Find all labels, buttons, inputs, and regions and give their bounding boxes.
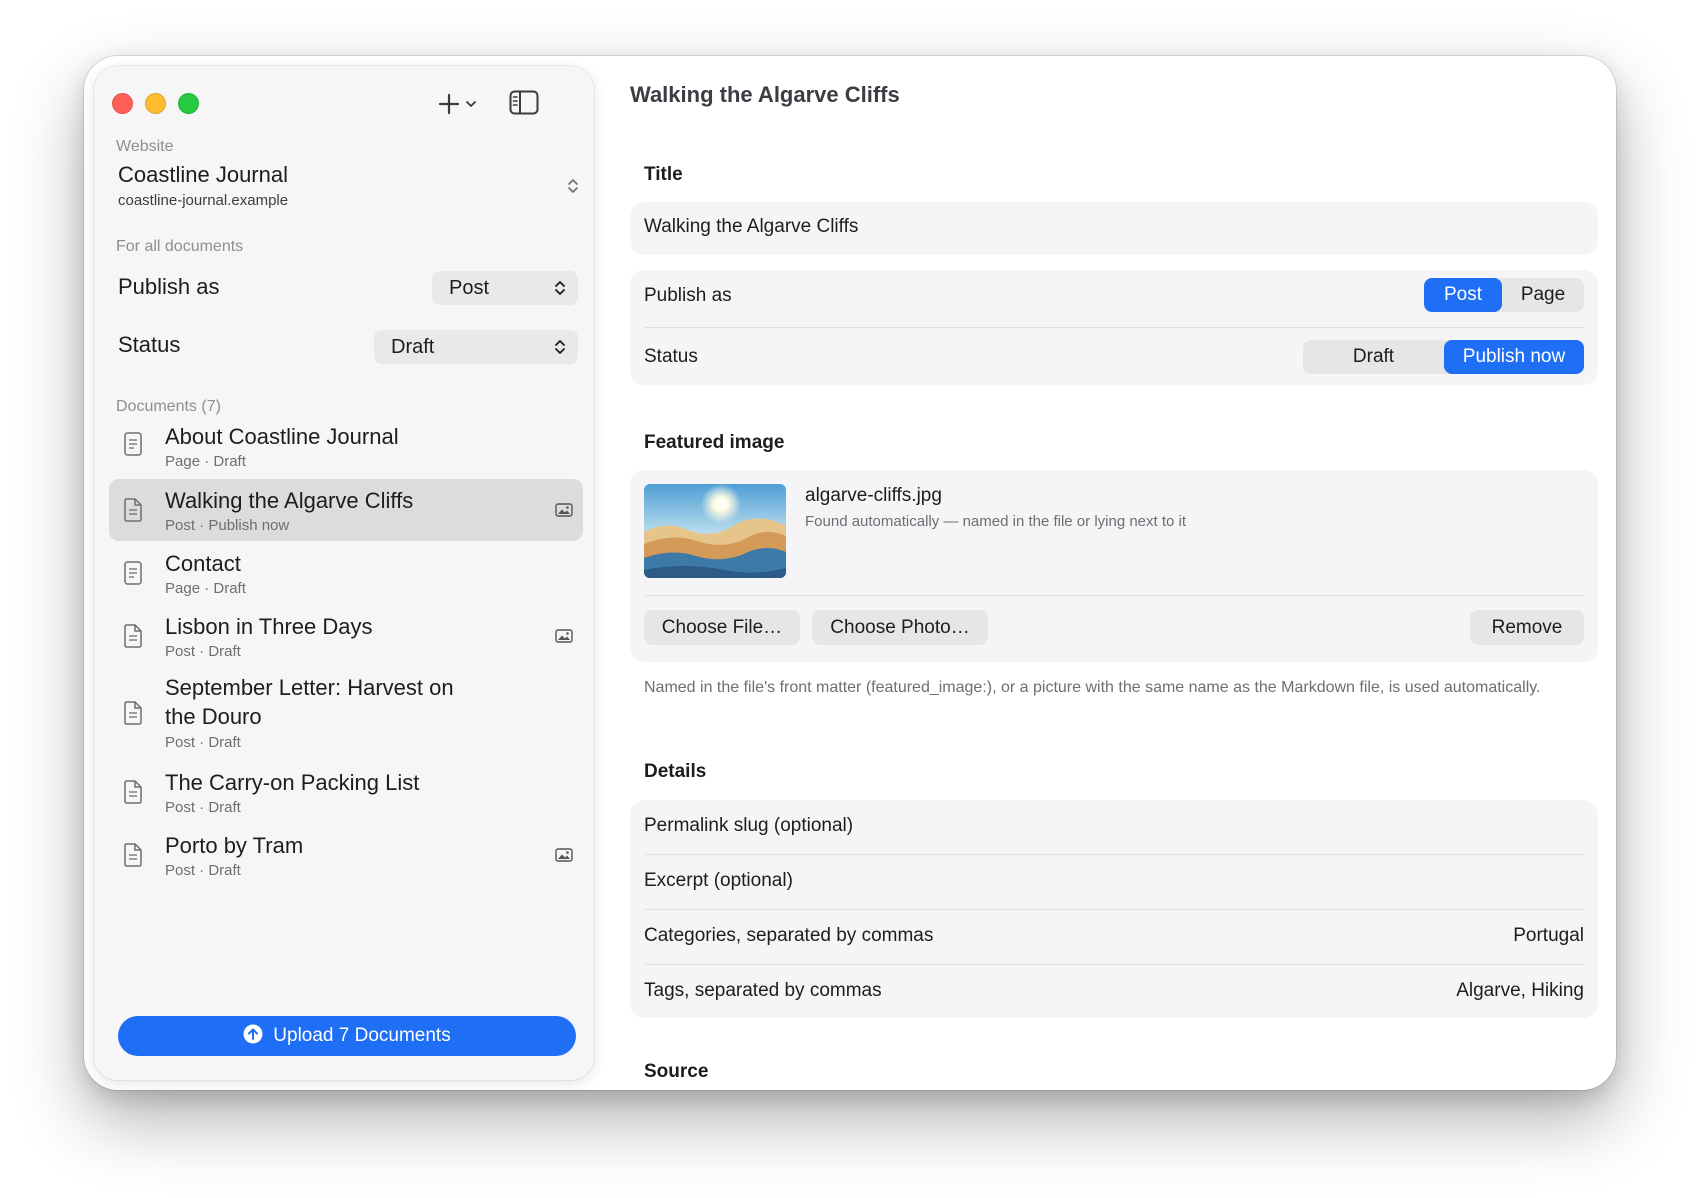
document-subtitle: Post · Draft xyxy=(165,799,241,816)
permalink-slug-placeholder: Permalink slug (optional) xyxy=(644,815,854,836)
minimize-window-button[interactable] xyxy=(145,93,166,114)
document-subtitle: Post · Draft xyxy=(165,862,241,879)
app-window: Website Coastline Journal coastline-jour… xyxy=(84,56,1616,1090)
status-publish-now-option[interactable]: Publish now xyxy=(1444,340,1584,374)
document-title: Porto by Tram xyxy=(165,833,304,858)
plus-icon xyxy=(438,93,460,115)
divider xyxy=(644,595,1584,596)
publish-as-page-option[interactable]: Page xyxy=(1502,278,1584,312)
upload-documents-button[interactable]: Upload 7 Documents xyxy=(118,1016,576,1056)
document-subtitle: Page · Draft xyxy=(165,580,246,597)
close-window-button[interactable] xyxy=(112,93,133,114)
featured-image-filename: algarve-cliffs.jpg xyxy=(805,485,942,506)
chevron-down-icon xyxy=(466,101,476,107)
image-icon xyxy=(555,503,573,517)
publish-as-popup-value: Post xyxy=(449,277,490,299)
categories-field[interactable]: Categories, separated by commas Portugal xyxy=(630,910,1598,964)
tags-value: Algarve, Hiking xyxy=(1456,980,1584,1001)
document-title: September Letter: Harvest on the Douro xyxy=(165,675,454,729)
publish-as-popup[interactable]: Post xyxy=(432,271,578,305)
choose-file-button[interactable]: Choose File… xyxy=(644,610,800,645)
title-field-value: Walking the Algarve Cliffs xyxy=(644,216,859,237)
updown-chevron-icon xyxy=(555,340,565,354)
details-section-label: Details xyxy=(644,761,707,782)
featured-image-section-label: Featured image xyxy=(644,432,785,453)
status-segmented-control: Draft Publish now xyxy=(1303,340,1584,374)
document-item-lisbon[interactable]: Lisbon in Three Days Post · Draft xyxy=(109,605,583,667)
document-subtitle: Post · Draft xyxy=(165,734,241,751)
post-document-icon xyxy=(124,701,142,725)
image-icon xyxy=(555,848,573,862)
choose-photo-button[interactable]: Choose Photo… xyxy=(812,610,988,645)
status-draft-option[interactable]: Draft xyxy=(1303,340,1444,374)
permalink-slug-field[interactable]: Permalink slug (optional) xyxy=(630,800,1598,854)
sidebar-toggle-icon[interactable] xyxy=(509,90,539,116)
excerpt-placeholder: Excerpt (optional) xyxy=(644,870,793,891)
publish-as-segmented-control: Post Page xyxy=(1424,278,1584,312)
tags-field[interactable]: Tags, separated by commas Algarve, Hikin… xyxy=(630,965,1598,1018)
site-url: coastline-journal.example xyxy=(118,192,289,209)
featured-image-card: algarve-cliffs.jpg Found automatically —… xyxy=(630,470,1598,662)
zoom-window-button[interactable] xyxy=(178,93,199,114)
featured-image-thumbnail[interactable] xyxy=(644,484,786,578)
publish-settings-card: Publish as Post Page Status Draft Publis… xyxy=(630,270,1598,385)
for-all-documents-label: For all documents xyxy=(116,238,244,255)
source-section-label: Source xyxy=(644,1061,709,1082)
featured-image-note: Named in the file's front matter (featur… xyxy=(644,679,1541,696)
post-document-icon xyxy=(124,780,142,804)
tags-label: Tags, separated by commas xyxy=(644,980,882,1001)
document-subtitle: Post · Draft xyxy=(165,643,241,660)
post-document-icon xyxy=(124,498,142,522)
publish-as-post-option[interactable]: Post xyxy=(1424,278,1502,312)
featured-image-caption: Found automatically — named in the file … xyxy=(805,513,1187,530)
updown-chevron-icon xyxy=(568,179,578,193)
site-name: Coastline Journal xyxy=(118,162,288,187)
publish-as-label: Publish as xyxy=(118,274,220,299)
upload-button-label: Upload 7 Documents xyxy=(273,1025,451,1046)
sidebar: Website Coastline Journal coastline-jour… xyxy=(94,66,594,1080)
updown-chevron-icon xyxy=(555,281,565,295)
image-icon xyxy=(555,629,573,643)
status-popup[interactable]: Draft xyxy=(374,330,578,364)
publish-as-label: Publish as xyxy=(644,285,732,306)
document-item-porto[interactable]: Porto by Tram Post · Draft xyxy=(109,824,583,886)
document-title: Walking the Algarve Cliffs xyxy=(165,488,414,513)
details-card: Permalink slug (optional) Excerpt (optio… xyxy=(630,800,1598,1018)
page-document-icon xyxy=(124,561,142,585)
categories-label: Categories, separated by commas xyxy=(644,925,934,946)
document-item-september-letter[interactable]: September Letter: Harvest on the Douro P… xyxy=(109,668,583,760)
excerpt-field[interactable]: Excerpt (optional) xyxy=(630,855,1598,909)
status-label: Status xyxy=(644,346,698,367)
document-title: Lisbon in Three Days xyxy=(165,614,373,639)
document-subtitle: Post · Publish now xyxy=(165,517,290,534)
post-document-icon xyxy=(124,624,142,648)
document-title: Contact xyxy=(165,551,241,576)
document-title: The Carry-on Packing List xyxy=(165,770,420,795)
document-item-about[interactable]: About Coastline Journal Page · Draft xyxy=(109,415,583,477)
document-item-walking-algarve[interactable]: Walking the Algarve Cliffs Post · Publis… xyxy=(109,479,583,541)
post-document-icon xyxy=(124,843,142,867)
document-subtitle: Page · Draft xyxy=(165,453,246,470)
categories-value: Portugal xyxy=(1513,925,1584,946)
add-document-button[interactable] xyxy=(436,90,486,118)
page-title: Walking the Algarve Cliffs xyxy=(630,82,900,107)
document-title: About Coastline Journal xyxy=(165,424,399,449)
divider xyxy=(644,327,1584,328)
document-item-contact[interactable]: Contact Page · Draft xyxy=(109,542,583,604)
title-section-label: Title xyxy=(644,164,683,185)
website-section-label: Website xyxy=(116,138,174,155)
document-item-carry-on[interactable]: The Carry-on Packing List Post · Draft xyxy=(109,761,583,823)
documents-label: Documents (7) xyxy=(116,398,221,415)
status-popup-value: Draft xyxy=(391,336,435,358)
remove-image-button[interactable]: Remove xyxy=(1470,610,1584,645)
status-label: Status xyxy=(118,332,181,357)
page-document-icon xyxy=(124,432,142,456)
website-picker[interactable]: Coastline Journal coastline-journal.exam… xyxy=(118,162,578,210)
title-field[interactable]: Walking the Algarve Cliffs xyxy=(630,202,1598,255)
upload-arrow-icon xyxy=(243,1024,263,1044)
